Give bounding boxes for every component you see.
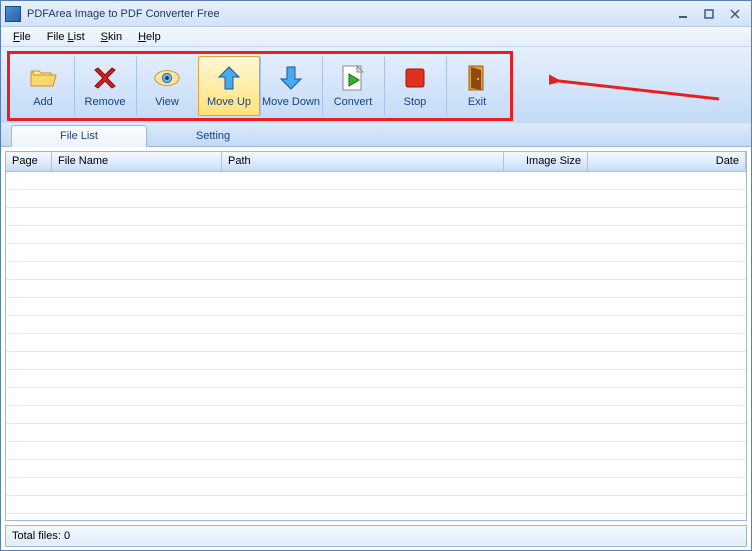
table-row (6, 388, 746, 406)
door-exit-icon (463, 64, 491, 92)
menu-help[interactable]: Help (130, 29, 169, 45)
convert-label: Convert (334, 96, 373, 108)
menu-skin[interactable]: Skin (93, 29, 130, 45)
add-label: Add (33, 96, 53, 108)
x-red-icon (91, 64, 119, 92)
table-row (6, 442, 746, 460)
view-button[interactable]: View (136, 56, 198, 116)
table-row (6, 370, 746, 388)
app-icon (5, 6, 21, 22)
status-bar: Total files: 0 (5, 525, 747, 547)
page-play-icon (339, 64, 367, 92)
status-totalfiles: Total files: 0 (12, 530, 70, 542)
tab-setting[interactable]: Setting (147, 124, 279, 146)
table-row (6, 334, 746, 352)
exit-button[interactable]: Exit (446, 56, 508, 116)
col-path[interactable]: Path (222, 152, 504, 171)
window-title: PDFArea Image to PDF Converter Free (27, 8, 669, 20)
menu-file[interactable]: File (5, 29, 39, 45)
table-row (6, 316, 746, 334)
table-row (6, 298, 746, 316)
grid-body (6, 172, 746, 520)
menu-filelist[interactable]: File List (39, 29, 93, 45)
tab-setting-label: Setting (196, 130, 230, 142)
maximize-button[interactable] (697, 5, 721, 23)
table-row (6, 280, 746, 298)
table-row (6, 460, 746, 478)
file-list-grid[interactable]: Page File Name Path Image Size Date (5, 151, 747, 521)
convert-button[interactable]: Convert (322, 56, 384, 116)
table-row (6, 352, 746, 370)
table-row (6, 262, 746, 280)
add-button[interactable]: Add (12, 56, 74, 116)
close-button[interactable] (723, 5, 747, 23)
table-row (6, 424, 746, 442)
col-imagesize[interactable]: Image Size (504, 152, 588, 171)
moveup-button[interactable]: Move Up (198, 56, 260, 116)
tab-filelist-label: File List (60, 130, 98, 142)
table-row (6, 478, 746, 496)
tab-filelist[interactable]: File List (11, 125, 147, 147)
remove-label: Remove (85, 96, 126, 108)
movedown-button[interactable]: Move Down (260, 56, 322, 116)
arrow-up-icon (215, 64, 243, 92)
eye-icon (153, 64, 181, 92)
minimize-button[interactable] (671, 5, 695, 23)
grid-header: Page File Name Path Image Size Date (6, 152, 746, 172)
arrow-down-icon (277, 64, 305, 92)
table-row (6, 172, 746, 190)
title-bar: PDFArea Image to PDF Converter Free (1, 1, 751, 27)
folder-open-icon (29, 64, 57, 92)
toolbar-highlight-annotation: Add Remove View Move Up Move Down (7, 51, 513, 121)
remove-button[interactable]: Remove (74, 56, 136, 116)
table-row (6, 226, 746, 244)
menu-bar: File File List Skin Help (1, 27, 751, 47)
table-row (6, 406, 746, 424)
stop-label: Stop (404, 96, 427, 108)
exit-label: Exit (468, 96, 486, 108)
movedown-label: Move Down (262, 96, 320, 108)
stop-button[interactable]: Stop (384, 56, 446, 116)
col-date[interactable]: Date (588, 152, 746, 171)
table-row (6, 190, 746, 208)
red-arrow-annotation (549, 71, 729, 111)
table-row (6, 208, 746, 226)
tab-strip: File List Setting (1, 123, 751, 147)
table-row (6, 496, 746, 514)
col-filename[interactable]: File Name (52, 152, 222, 171)
col-page[interactable]: Page (6, 152, 52, 171)
toolbar: Add Remove View Move Up Move Down (1, 47, 751, 123)
table-row (6, 244, 746, 262)
view-label: View (155, 96, 179, 108)
stop-square-icon (401, 64, 429, 92)
moveup-label: Move Up (207, 96, 251, 108)
